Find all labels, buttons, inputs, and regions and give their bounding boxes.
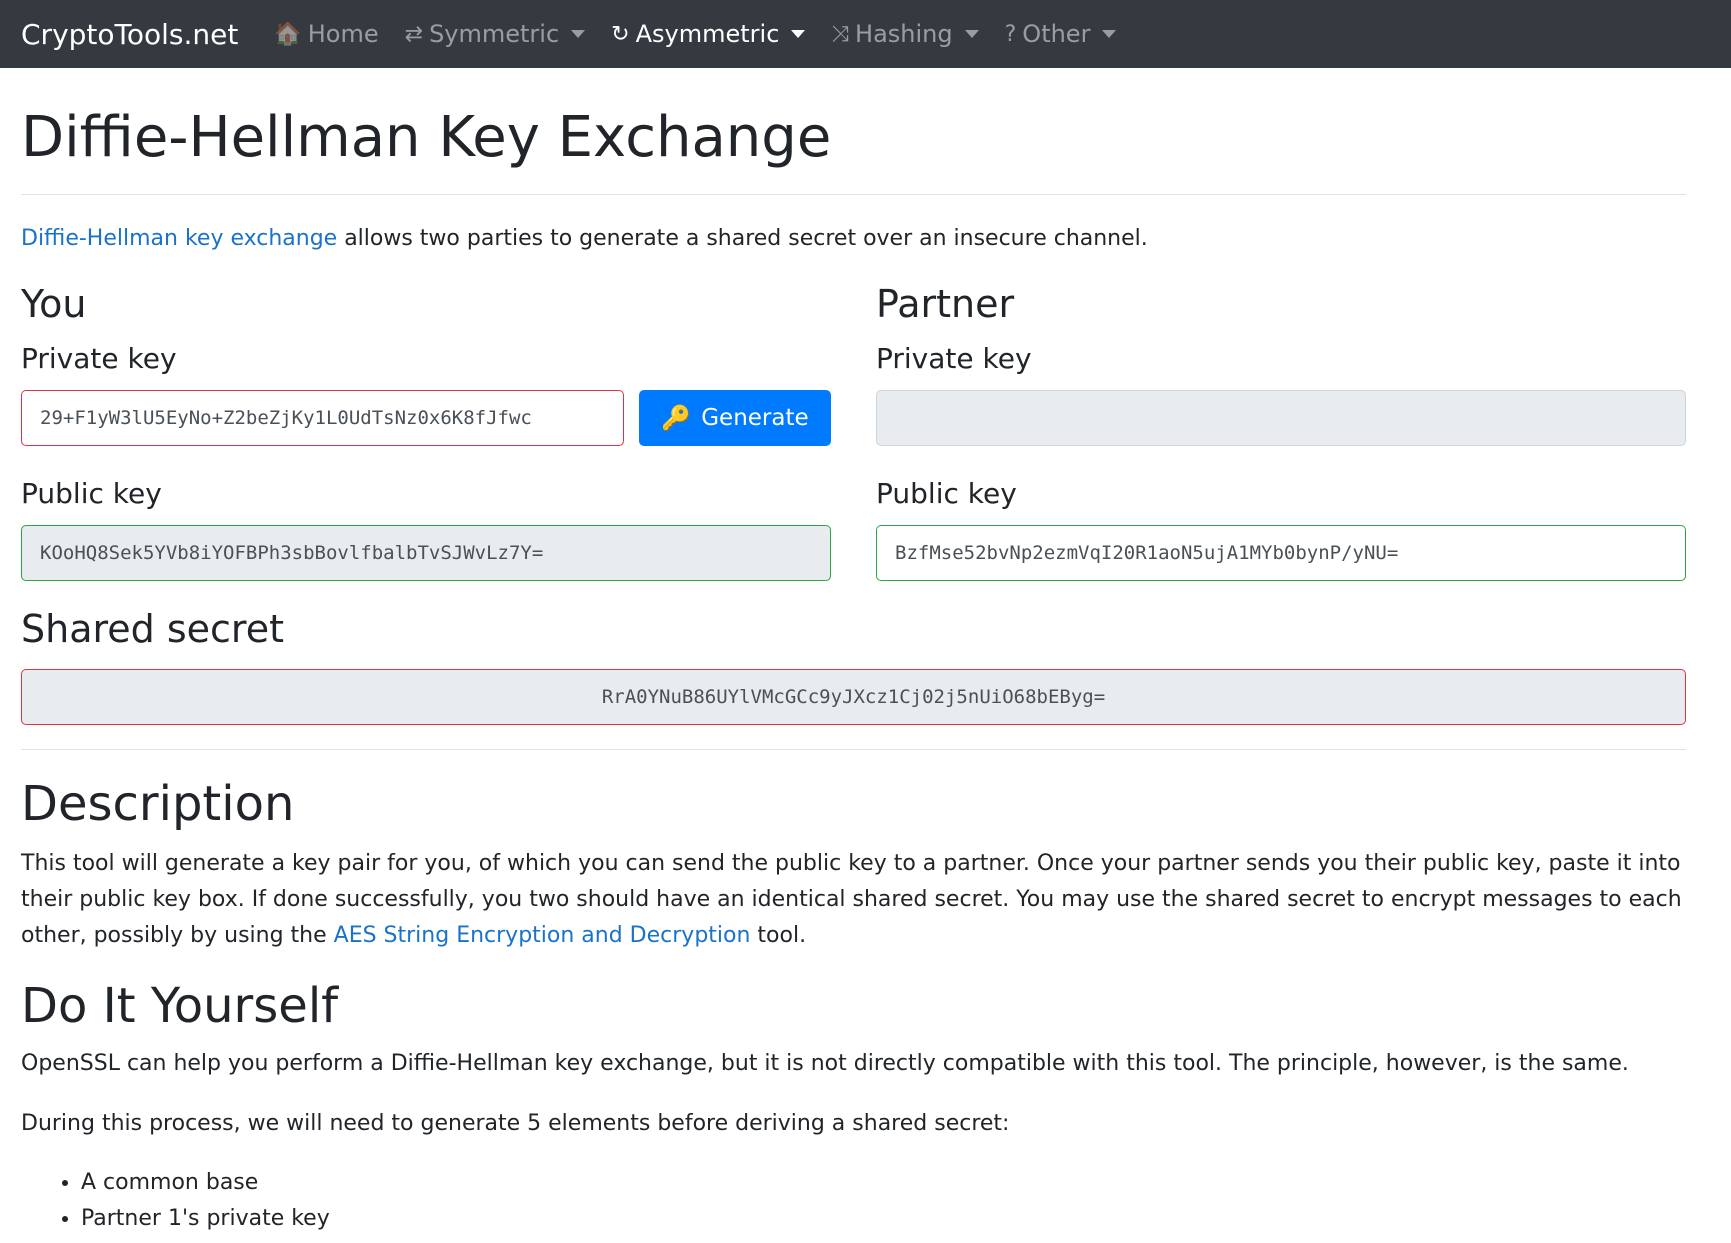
- caret-down-icon: [1102, 30, 1117, 38]
- description-text-after: tool.: [750, 923, 807, 948]
- main-content: Diffie-Hellman Key Exchange Diffie-Hellm…: [0, 68, 1731, 1243]
- partner-private-key-label: Private key: [876, 342, 1032, 375]
- question-icon: ?: [1004, 21, 1017, 47]
- diy-paragraph-2: During this process, we will need to gen…: [21, 1111, 1010, 1136]
- description-text: This tool will generate a key pair for y…: [21, 846, 1691, 954]
- arrows-exchange-icon: ⇄: [404, 21, 424, 47]
- partner-private-key-field[interactable]: [876, 390, 1686, 446]
- nav-home-label: Home: [307, 20, 379, 48]
- caret-down-icon: [791, 30, 806, 38]
- nav-asymmetric-label: Asymmetric: [635, 20, 780, 48]
- nav-symmetric-dropdown[interactable]: ⇄ Symmetric: [405, 20, 586, 48]
- nav-hashing-dropdown[interactable]: ⤨ Hashing: [831, 20, 979, 48]
- shared-secret-field[interactable]: RrA0YNuB86UYlVMcGCc9yJXcz1Cj02j5nUiO68bE…: [21, 669, 1686, 725]
- page-title: Diffie-Hellman Key Exchange: [21, 105, 832, 170]
- diffie-hellman-wiki-link[interactable]: Diffie-Hellman key exchange: [21, 226, 337, 251]
- shared-secret-heading: Shared secret: [21, 607, 284, 651]
- shuffle-icon: ⤨: [831, 21, 850, 47]
- caret-down-icon: [571, 30, 586, 38]
- generate-button-label: Generate: [701, 405, 809, 431]
- you-public-key-label: Public key: [21, 477, 162, 510]
- you-private-key-label: Private key: [21, 342, 177, 375]
- diy-heading: Do It Yourself: [21, 978, 339, 1034]
- nav-other-dropdown[interactable]: ? Other: [1005, 20, 1117, 48]
- nav-other-label: Other: [1022, 20, 1091, 48]
- nav-symmetric-label: Symmetric: [429, 20, 560, 48]
- key-icon: 🔑: [661, 404, 692, 432]
- you-public-key-field[interactable]: KOoHQ8Sek5YVb8iYOFBPh3sbBovlfbalbTvSJWvL…: [21, 525, 831, 581]
- you-private-key-input[interactable]: 29+F1yW3lU5EyNo+Z2beZjKy1L0UdTsNz0x6K8fJ…: [21, 390, 624, 446]
- partner-public-key-input[interactable]: BzfMse52bvNp2ezmVqI20R1aoN5ujA1MYb0bynP/…: [876, 525, 1686, 581]
- intro-rest-text: allows two parties to generate a shared …: [337, 226, 1148, 251]
- nav-hashing-label: Hashing: [855, 20, 953, 48]
- refresh-icon: ↻: [611, 21, 630, 47]
- caret-down-icon: [964, 30, 979, 38]
- description-text-before: This tool will generate a key pair for y…: [21, 851, 1682, 948]
- description-heading: Description: [21, 776, 295, 832]
- nav-asymmetric-dropdown[interactable]: ↻ Asymmetric: [611, 20, 806, 48]
- generate-button[interactable]: 🔑 Generate: [639, 390, 831, 446]
- diy-paragraph-1: OpenSSL can help you perform a Diffie-He…: [21, 1051, 1629, 1076]
- intro-text: Diffie-Hellman key exchange allows two p…: [21, 226, 1148, 251]
- aes-tool-link[interactable]: AES String Encryption and Decryption: [334, 923, 751, 948]
- top-navbar: CryptoTools.net 🏠 Home ⇄ Symmetric ↻ Asy…: [0, 0, 1731, 68]
- nav-home[interactable]: 🏠 Home: [274, 20, 378, 48]
- you-heading: You: [21, 282, 87, 326]
- partner-public-key-label: Public key: [876, 477, 1017, 510]
- partner-heading: Partner: [876, 282, 1015, 326]
- list-item: A common base: [81, 1165, 330, 1201]
- diy-elements-list: A common base Partner 1's private key: [21, 1165, 330, 1237]
- home-icon: 🏠: [274, 21, 302, 47]
- section-divider: [21, 749, 1686, 750]
- list-item: Partner 1's private key: [81, 1201, 330, 1237]
- brand-logo-link[interactable]: CryptoTools.net: [21, 18, 238, 51]
- title-divider: [21, 194, 1686, 195]
